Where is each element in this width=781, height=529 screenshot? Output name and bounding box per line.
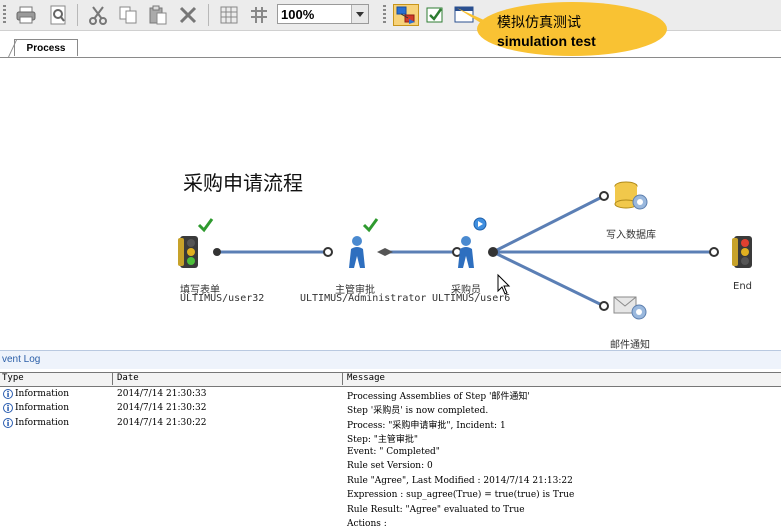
play-status-icon [473, 217, 487, 231]
message-line: Event: " Completed" [347, 447, 440, 457]
message-line: Step: "主管审批" [347, 435, 419, 445]
event-log-title: vent Log [2, 354, 41, 365]
node-user-fill-form: ULTIMUS/user32 [180, 293, 265, 304]
connector-endpoint [599, 301, 609, 311]
connector-endpoint [599, 191, 609, 201]
row-message: Processing Assemblies of Step '邮件通知' [347, 392, 530, 402]
info-icon [3, 418, 13, 428]
connector-line [492, 194, 605, 254]
connector-origin [488, 247, 498, 257]
column-header-date[interactable]: Date [117, 373, 139, 383]
row-date: 2014/7/14 21:30:22 [117, 418, 207, 428]
message-line: Rule set Version: 0 [347, 461, 433, 471]
info-icon [3, 403, 13, 413]
row-message: Process: "采购申请审批", Incident: 1 [347, 421, 506, 431]
check-icon [362, 218, 379, 233]
info-icon [3, 389, 13, 399]
row-type: Information [15, 418, 70, 428]
message-line: Rule "Agree", Last Modified : 2014/7/14 … [347, 476, 573, 486]
connector-endpoint [709, 247, 719, 257]
event-log-header [0, 350, 781, 369]
node-label-email: 邮件通知 [610, 340, 650, 351]
database-icon [614, 181, 648, 210]
node-label-write-db: 写入数据库 [606, 230, 656, 241]
connector-endpoint [323, 247, 333, 257]
connector-diamond [377, 248, 393, 256]
connector-endpoint [213, 248, 221, 256]
row-date: 2014/7/14 21:30:33 [117, 389, 207, 399]
start-traffic-light-icon [178, 236, 198, 268]
column-header-type[interactable]: Type [2, 373, 24, 383]
node-label-end: End [733, 281, 753, 292]
end-traffic-light-icon [732, 236, 752, 268]
message-line: Expression : sup_agree(True) = true(true… [347, 490, 575, 500]
column-header-message[interactable]: Message [347, 373, 385, 383]
purchaser-person-icon [458, 236, 474, 268]
node-user-approval: ULTIMUS/Administrator [300, 293, 427, 304]
mouse-cursor-icon [497, 273, 511, 295]
node-user-purchaser: ULTIMUS/user6 [432, 293, 511, 304]
row-date: 2014/7/14 21:30:32 [117, 403, 207, 413]
message-line: Rule Result: "Agree" evaluated to True [347, 505, 525, 515]
email-icon [613, 296, 647, 320]
row-type: Information [15, 403, 70, 413]
row-message: Step '采购员' is now completed. [347, 406, 489, 416]
approver-person-icon [349, 236, 365, 268]
check-icon [197, 218, 214, 233]
row-type: Information [15, 389, 70, 399]
